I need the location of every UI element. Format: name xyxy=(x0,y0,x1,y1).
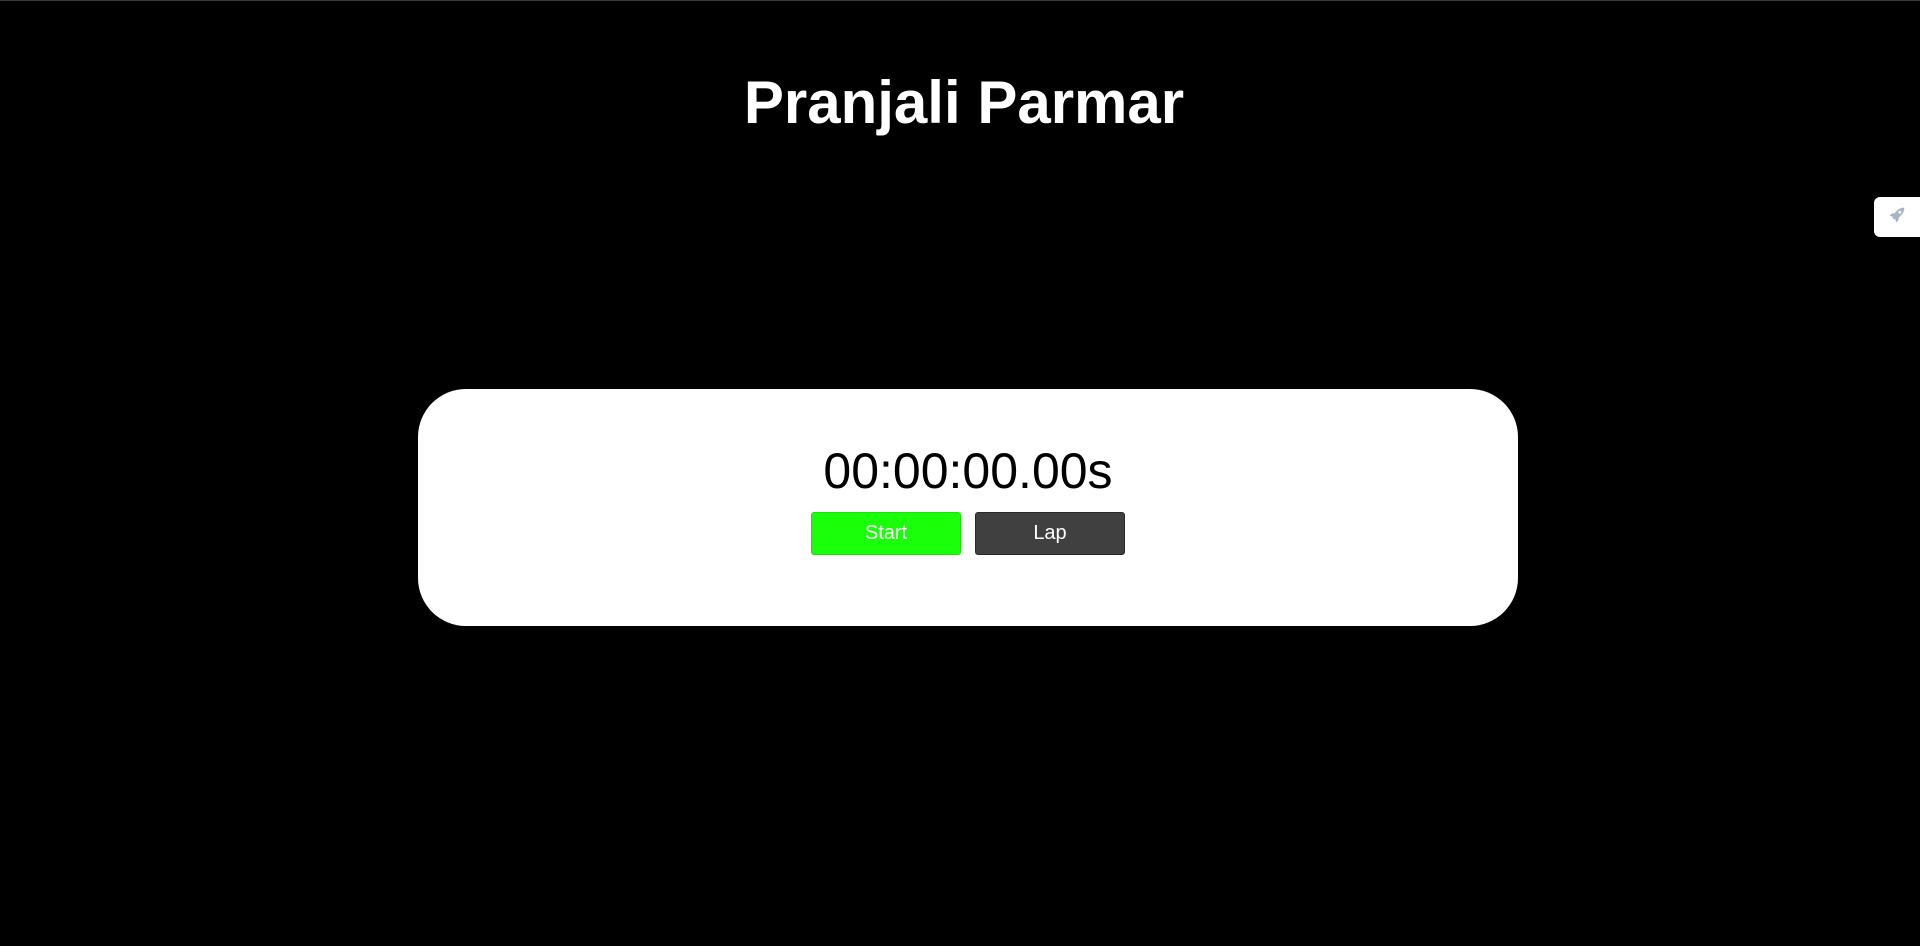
rocket-icon xyxy=(1886,204,1908,231)
page: Pranjali Parmar 00:00:00.00s Start Lap xyxy=(0,0,1920,946)
stopwatch-card: 00:00:00.00s Start Lap xyxy=(418,389,1518,626)
lap-button[interactable]: Lap xyxy=(975,512,1125,555)
timer-display: 00:00:00.00s xyxy=(823,443,1113,499)
page-title: Pranjali Parmar xyxy=(743,69,1185,136)
start-button[interactable]: Start xyxy=(811,512,961,555)
side-launcher-button[interactable] xyxy=(1874,197,1920,237)
stopwatch-controls: Start Lap xyxy=(418,512,1518,555)
